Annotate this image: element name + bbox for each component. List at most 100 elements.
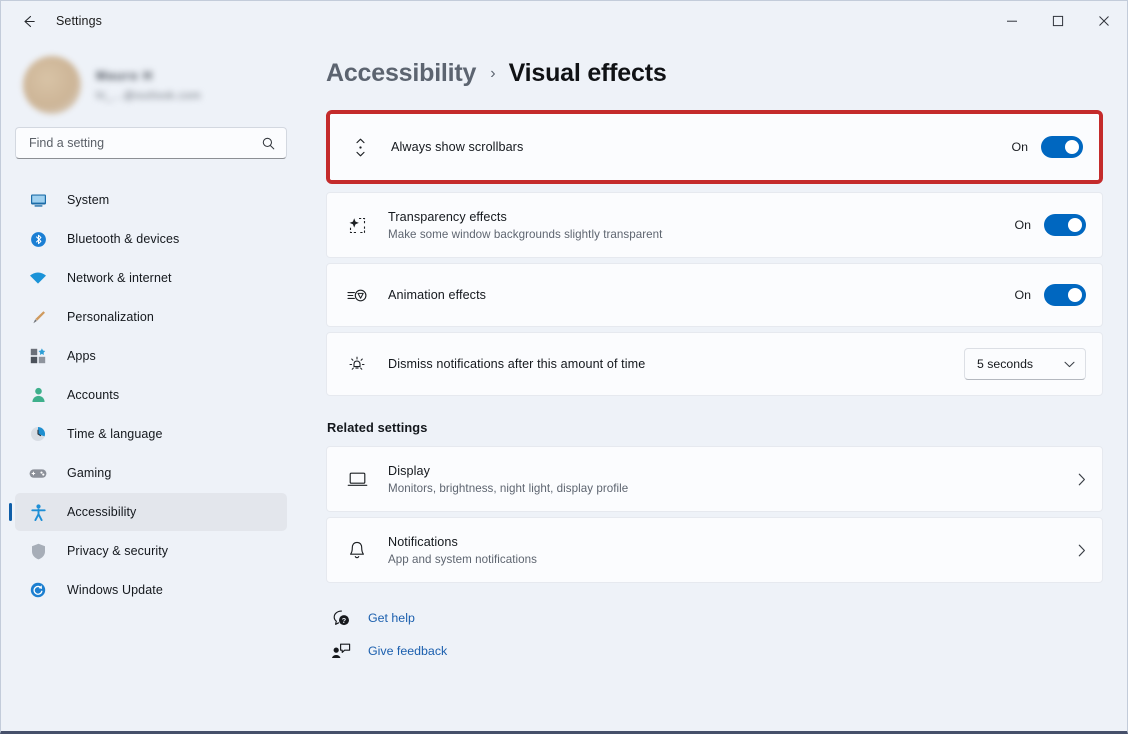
related-text: Notifications App and system notificatio… xyxy=(388,535,1068,566)
sidebar-item-apps[interactable]: Apps xyxy=(15,337,287,375)
brush-icon xyxy=(27,307,49,327)
toggle-knob xyxy=(1065,140,1079,154)
sidebar-item-label: Time & language xyxy=(67,427,163,441)
sidebar-item-network-internet[interactable]: Network & internet xyxy=(15,259,287,297)
title-bar: Settings xyxy=(1,1,1127,41)
transparency-icon xyxy=(342,216,372,235)
sidebar-item-windows-update[interactable]: Windows Update xyxy=(15,571,287,609)
dropdown-value: 5 seconds xyxy=(977,357,1064,371)
chevron-right-icon xyxy=(1078,544,1086,557)
setting-text: Dismiss notifications after this amount … xyxy=(388,357,964,371)
animation-icon xyxy=(342,288,372,303)
display-icon xyxy=(342,471,372,488)
toggle-state-label: On xyxy=(1011,140,1028,154)
chevron-right-icon xyxy=(1078,473,1086,486)
related-text: Display Monitors, brightness, night ligh… xyxy=(388,464,1068,495)
highlight-box: Always show scrollbars On xyxy=(326,110,1103,184)
close-button[interactable] xyxy=(1081,1,1127,41)
account-name: Mauro H xyxy=(96,69,201,83)
update-icon xyxy=(27,580,49,600)
link-label: Give feedback xyxy=(368,644,447,658)
sidebar-item-label: Windows Update xyxy=(67,583,163,597)
setting-row-transparency-effects[interactable]: Transparency effects Make some window ba… xyxy=(326,192,1103,258)
search-input[interactable] xyxy=(29,136,261,150)
sidebar-nav: System Bluetooth & devices xyxy=(15,181,287,609)
scrollbar-icon xyxy=(345,137,375,158)
sidebar-item-bluetooth-devices[interactable]: Bluetooth & devices xyxy=(15,220,287,258)
setting-title: Always show scrollbars xyxy=(391,140,1011,154)
sidebar-item-label: Apps xyxy=(67,349,96,363)
gamepad-icon xyxy=(27,463,49,483)
toggle-animation-effects[interactable] xyxy=(1044,284,1086,306)
notification-timer-icon xyxy=(342,354,372,374)
link-get-help[interactable]: ? Get help xyxy=(326,604,1103,632)
related-title: Display xyxy=(388,464,1068,478)
app-title: Settings xyxy=(56,14,102,28)
setting-title: Transparency effects xyxy=(388,210,1014,224)
link-label: Get help xyxy=(368,611,415,625)
account-email: hi_...@outlook.com xyxy=(96,90,201,102)
setting-text: Animation effects xyxy=(388,288,1014,302)
sidebar-item-label: Accessibility xyxy=(67,505,136,519)
account-text: Mauro H hi_...@outlook.com xyxy=(96,69,201,102)
window-controls xyxy=(989,1,1127,41)
person-icon xyxy=(27,385,49,405)
sidebar-item-label: Privacy & security xyxy=(67,544,168,558)
related-settings-heading: Related settings xyxy=(327,420,1103,435)
sidebar-item-label: Gaming xyxy=(67,466,111,480)
maximize-button[interactable] xyxy=(1035,1,1081,41)
setting-row-always-show-scrollbars[interactable]: Always show scrollbars On xyxy=(330,114,1099,180)
footer-links: ? Get help Give feedback xyxy=(326,604,1103,665)
related-row-display[interactable]: Display Monitors, brightness, night ligh… xyxy=(326,446,1103,512)
toggle-group: On xyxy=(1014,284,1086,306)
feedback-icon xyxy=(326,642,356,660)
minimize-button[interactable] xyxy=(989,1,1035,41)
sidebar-item-accounts[interactable]: Accounts xyxy=(15,376,287,414)
dropdown-dismiss-timeout[interactable]: 5 seconds xyxy=(964,348,1086,380)
bluetooth-icon xyxy=(27,229,49,249)
toggle-group: On xyxy=(1014,214,1086,236)
page-title: Visual effects xyxy=(509,59,667,88)
related-row-notifications[interactable]: Notifications App and system notificatio… xyxy=(326,517,1103,583)
settings-window: Settings xyxy=(0,0,1128,734)
related-subtitle: Monitors, brightness, night light, displ… xyxy=(388,482,1068,495)
shield-icon xyxy=(27,541,49,561)
setting-row-animation-effects[interactable]: Animation effects On xyxy=(326,263,1103,327)
setting-title: Animation effects xyxy=(388,288,1014,302)
toggle-always-show-scrollbars[interactable] xyxy=(1041,136,1083,158)
toggle-knob xyxy=(1068,218,1082,232)
sidebar-item-label: Accounts xyxy=(67,388,119,402)
toggle-state-label: On xyxy=(1014,288,1031,302)
setting-row-dismiss-notifications[interactable]: Dismiss notifications after this amount … xyxy=(326,332,1103,396)
svg-text:?: ? xyxy=(341,616,345,625)
sidebar-item-label: Bluetooth & devices xyxy=(67,232,179,246)
link-give-feedback[interactable]: Give feedback xyxy=(326,637,1103,665)
toggle-group: On xyxy=(1011,136,1083,158)
wifi-icon xyxy=(27,268,49,288)
monitor-icon xyxy=(27,190,49,210)
search-box[interactable] xyxy=(15,127,287,159)
toggle-state-label: On xyxy=(1014,218,1031,232)
sidebar-item-personalization[interactable]: Personalization xyxy=(15,298,287,336)
back-button[interactable] xyxy=(11,6,45,36)
breadcrumb-parent-link[interactable]: Accessibility xyxy=(326,59,476,88)
breadcrumb-separator: › xyxy=(490,65,495,83)
avatar xyxy=(23,56,81,114)
sidebar-item-system[interactable]: System xyxy=(15,181,287,219)
sidebar-item-time-language[interactable]: Time & language xyxy=(15,415,287,453)
window-body: Mauro H hi_...@outlook.com xyxy=(1,41,1127,731)
close-icon xyxy=(1098,15,1110,27)
sidebar: Mauro H hi_...@outlook.com xyxy=(1,41,301,731)
sidebar-item-label: Personalization xyxy=(67,310,154,324)
sidebar-item-accessibility[interactable]: Accessibility xyxy=(15,493,287,531)
sidebar-item-gaming[interactable]: Gaming xyxy=(15,454,287,492)
sidebar-item-label: Network & internet xyxy=(67,271,172,285)
setting-text: Always show scrollbars xyxy=(391,140,1011,154)
apps-icon xyxy=(27,346,49,366)
back-arrow-icon xyxy=(20,13,37,30)
search-icon xyxy=(261,136,276,151)
account-block[interactable]: Mauro H hi_...@outlook.com xyxy=(15,41,287,127)
sidebar-item-privacy-security[interactable]: Privacy & security xyxy=(15,532,287,570)
toggle-transparency-effects[interactable] xyxy=(1044,214,1086,236)
breadcrumb: Accessibility › Visual effects xyxy=(326,59,1103,88)
